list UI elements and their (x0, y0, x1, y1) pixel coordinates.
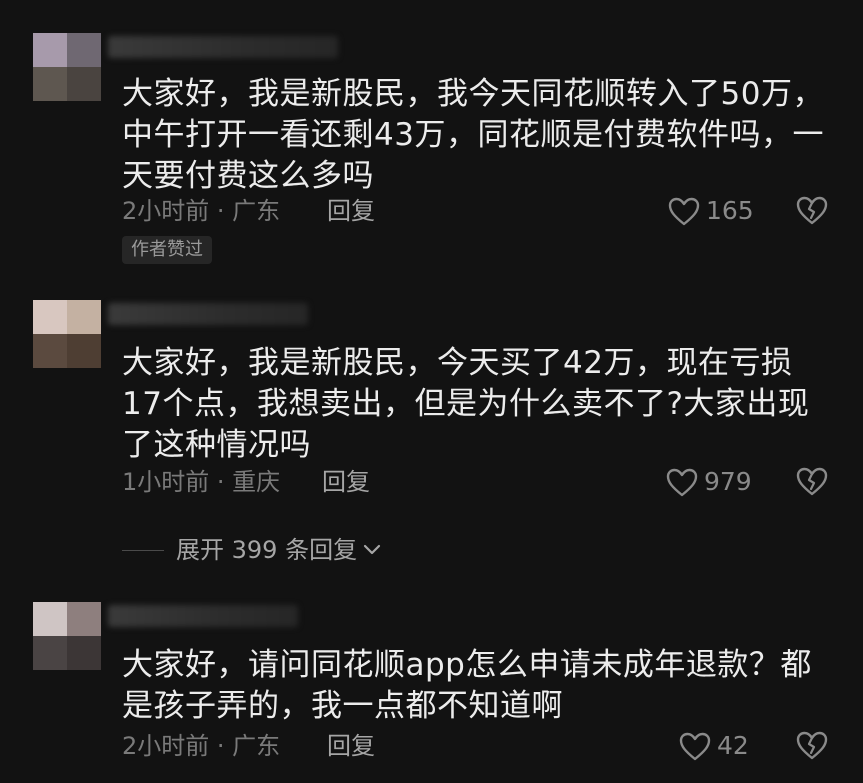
comment-time-location: 1小时前 · 重庆 (122, 468, 281, 496)
dislike-button[interactable] (796, 196, 828, 229)
broken-heart-icon (796, 731, 828, 764)
dislike-button[interactable] (796, 731, 828, 764)
comment-time-location: 2小时前 · 广东 (122, 732, 281, 760)
expand-replies-label: 展开 399 条回复 (176, 536, 358, 564)
expand-replies-button[interactable]: 展开 399 条回复 (122, 534, 381, 566)
like-button[interactable]: 979 (666, 467, 752, 497)
chevron-down-icon (357, 541, 381, 560)
broken-heart-icon (796, 467, 828, 500)
comment-text: 大家好，我是新股民，今天买了42万，现在亏损17个点，我想卖出，但是为什么卖不了… (122, 345, 810, 463)
like-count: 165 (706, 196, 754, 225)
username[interactable] (108, 36, 338, 58)
comment-time-location: 2小时前 · 广东 (122, 197, 281, 225)
like-button[interactable]: 165 (668, 196, 754, 226)
like-button[interactable]: 42 (679, 731, 749, 761)
avatar[interactable] (33, 300, 101, 368)
broken-heart-icon (796, 196, 828, 229)
reply-button[interactable]: 回复 (322, 467, 370, 497)
comment-text: 大家好，我是新股民，我今天同花顺转入了50万，中午打开一看还剩43万，同花顺是付… (122, 76, 824, 194)
dislike-button[interactable] (796, 467, 828, 500)
comment-text: 大家好，请问同花顺app怎么申请未成年退款？都是孩子弄的，我一点都不知道啊 (122, 647, 812, 724)
heart-outline-icon (679, 732, 711, 761)
avatar[interactable] (33, 602, 101, 670)
divider (122, 549, 164, 551)
username[interactable] (108, 303, 308, 325)
reply-button[interactable]: 回复 (327, 196, 375, 226)
reply-button[interactable]: 回复 (327, 731, 375, 761)
like-count: 42 (717, 731, 749, 760)
heart-outline-icon (666, 468, 698, 497)
heart-outline-icon (668, 197, 700, 226)
author-liked-badge: 作者赞过 (122, 236, 212, 264)
username[interactable] (108, 605, 298, 627)
avatar[interactable] (33, 33, 101, 101)
like-count: 979 (704, 467, 752, 496)
